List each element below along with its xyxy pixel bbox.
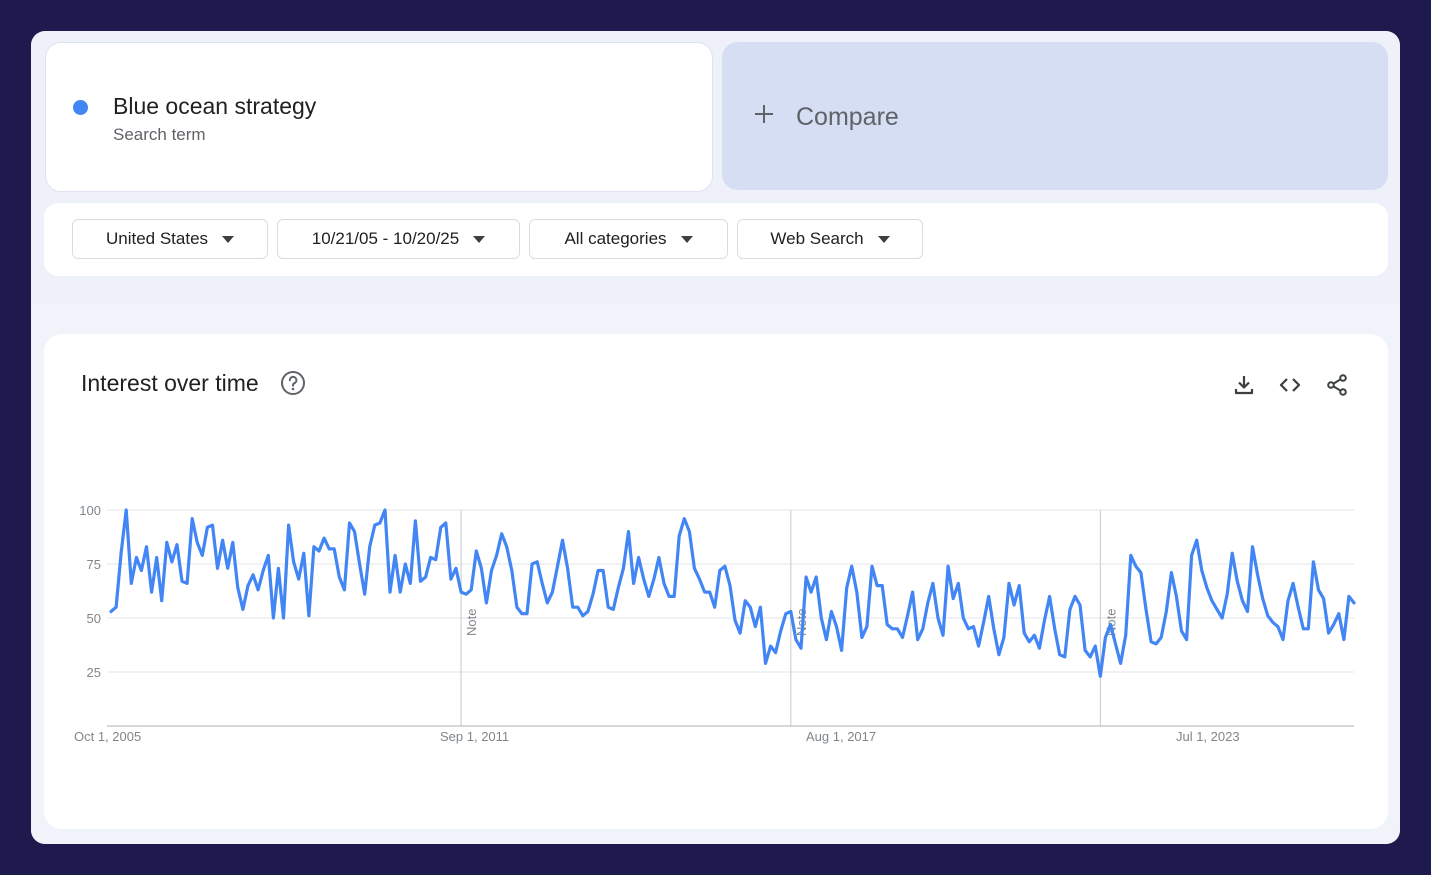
plus-icon <box>755 105 773 123</box>
search-type-value: Web Search <box>770 229 864 248</box>
x-tick-label: Aug 1, 2017 <box>806 729 876 744</box>
chevron-down-icon <box>877 235 890 243</box>
category-value: All categories <box>564 229 667 248</box>
series-color-dot <box>73 100 88 115</box>
x-tick-label: Oct 1, 2005 <box>74 729 141 744</box>
filters-bar: United States 10/21/05 - 10/20/25 All ca… <box>44 203 1388 276</box>
trends-panel: Blue ocean strategy Search term Compare … <box>31 31 1400 844</box>
y-tick-label: 100 <box>79 503 101 518</box>
category-dropdown[interactable]: All categories <box>529 219 728 259</box>
series-line <box>109 508 1356 678</box>
search-term-name[interactable]: Blue ocean strategy <box>113 93 316 120</box>
x-tick-label: Jul 1, 2023 <box>1176 729 1240 744</box>
compare-label: Compare <box>796 103 899 131</box>
date-range-dropdown[interactable]: 10/21/05 - 10/20/25 <box>277 219 520 259</box>
line-chart: Note Note Note 100755025Oct 1, 2005 Sep 1, … <box>74 503 1356 744</box>
y-tick-label: 25 <box>87 665 101 680</box>
axis-layer: 100 75 50 25 Oct 1, 2005 Sep 1, 2011 Aug 1, 20… <box>74 503 1354 744</box>
y-tick-label: 50 <box>87 611 101 626</box>
interest-over-time-card: Interest over time Note Note Note 100 75 50 2… <box>44 334 1388 829</box>
x-tick-label: Sep 1, 2011 <box>440 729 509 744</box>
date-range-value: 10/21/05 - 10/20/25 <box>311 229 460 248</box>
search-term-card[interactable]: Blue ocean strategy Search term <box>45 42 713 192</box>
search-type-dropdown[interactable]: Web Search <box>737 219 923 259</box>
y-tick-label: 75 <box>87 557 101 572</box>
chevron-down-icon <box>222 235 235 243</box>
chevron-down-icon <box>473 235 486 243</box>
region-value: United States <box>105 229 209 248</box>
search-term-type: Search term <box>113 125 206 144</box>
chevron-down-icon <box>680 235 693 243</box>
region-dropdown[interactable]: United States <box>72 219 268 259</box>
series-layer <box>109 508 1356 678</box>
note-label: Note <box>464 609 479 636</box>
compare-button[interactable]: Compare <box>722 42 1388 190</box>
